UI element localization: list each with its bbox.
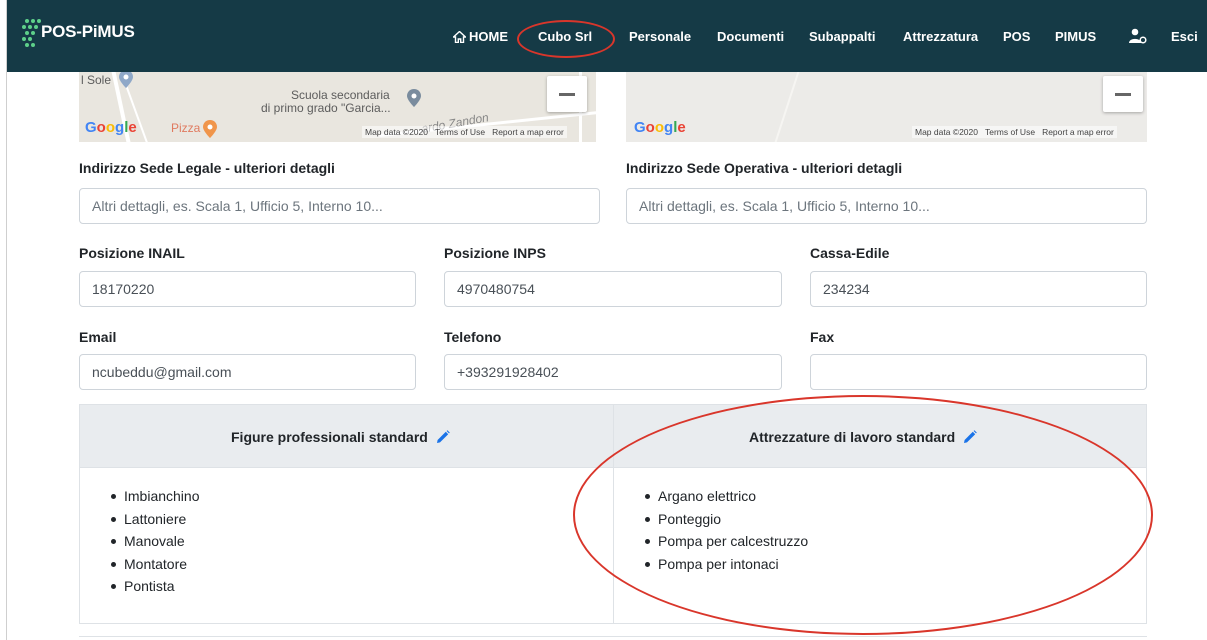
list-item: Manovale (108, 530, 200, 553)
nav-documenti[interactable]: Documenti (717, 29, 784, 44)
column-divider (613, 405, 614, 623)
map-footer: Map data ©2020 Terms of Use Report a map… (362, 126, 567, 138)
map-label-garcia: di primo grado "Garcia... (261, 101, 391, 115)
nav-home-label: HOME (469, 29, 508, 44)
nav-pimus[interactable]: PIMUS (1055, 29, 1096, 44)
minus-icon (1115, 93, 1131, 96)
zoom-out-button[interactable] (547, 76, 587, 112)
header-professionals: Figure professionali standard (231, 429, 450, 445)
map-sede-operativa[interactable]: Google Map data ©2020 Terms of Use Repor… (626, 72, 1147, 142)
inps-input[interactable] (444, 271, 782, 307)
fax-input[interactable] (810, 354, 1147, 390)
list-item: Imbianchino (108, 485, 200, 508)
school-pin-icon (407, 89, 421, 107)
map-label-pizza: Pizza (171, 121, 201, 135)
phone-label: Telefono (444, 329, 502, 345)
navbar: POS-PiMUS HOME Cubo Srl Personale Docume… (7, 0, 1207, 72)
list-item: Pontista (108, 575, 200, 598)
terms-link[interactable]: Terms of Use (985, 127, 1035, 137)
professionals-list: Imbianchino Lattoniere Manovale Montator… (108, 485, 200, 598)
inail-input[interactable] (79, 271, 416, 307)
map-footer: Map data ©2020 Terms of Use Report a map… (912, 126, 1117, 138)
report-error-link[interactable]: Report a map error (492, 127, 564, 137)
standards-table: Figure professionali standard Attrezzatu… (79, 404, 1147, 624)
brand-logo[interactable]: POS-PiMUS (21, 17, 135, 47)
header-equipment: Attrezzature di lavoro standard (749, 429, 977, 445)
equipment-list: Argano elettrico Ponteggio Pompa per cal… (642, 485, 808, 575)
nav-pos[interactable]: POS (1003, 29, 1030, 44)
list-item: Pompa per calcestruzzo (642, 530, 808, 553)
list-item: Pompa per intonaci (642, 553, 808, 576)
map-label-sole: l Sole (81, 73, 112, 87)
map-pin-icon (119, 72, 133, 88)
phone-input[interactable] (444, 354, 782, 390)
brand-name: POS-PiMUS (41, 22, 135, 41)
map-data-text: Map data ©2020 (365, 127, 428, 137)
google-logo: Google (85, 119, 137, 136)
zoom-out-button[interactable] (1103, 76, 1143, 112)
restaurant-pin-icon (203, 120, 217, 138)
map-data-text: Map data ©2020 (915, 127, 978, 137)
nav-logout[interactable]: Esci (1171, 29, 1198, 44)
app-frame: POS-PiMUS HOME Cubo Srl Personale Docume… (6, 0, 1207, 640)
header-professionals-label: Figure professionali standard (231, 429, 428, 445)
nav-personale[interactable]: Personale (629, 29, 691, 44)
list-item: Argano elettrico (642, 485, 808, 508)
email-input[interactable] (79, 354, 416, 390)
header-equipment-label: Attrezzature di lavoro standard (749, 429, 956, 445)
minus-icon (559, 93, 575, 96)
edit-equipment-pencil-icon[interactable] (963, 430, 977, 444)
nav-attrezzatura[interactable]: Attrezzatura (903, 29, 978, 44)
report-error-link[interactable]: Report a map error (1042, 127, 1114, 137)
list-item: Montatore (108, 553, 200, 576)
user-settings-icon[interactable] (1129, 28, 1147, 44)
map-sede-legale[interactable]: l Sole Scuola secondaria di primo grado … (79, 72, 596, 142)
cassa-edile-input[interactable] (810, 271, 1147, 307)
section-divider (79, 636, 1147, 637)
nav-home[interactable]: HOME (453, 29, 508, 44)
email-label: Email (79, 329, 117, 345)
google-logo: Google (634, 119, 686, 136)
map-label-scuola: Scuola secondaria (291, 88, 390, 102)
edit-professionals-pencil-icon[interactable] (436, 430, 450, 444)
nav-company[interactable]: Cubo Srl (538, 29, 592, 44)
list-item: Lattoniere (108, 508, 200, 531)
legal-address-details-input[interactable] (79, 188, 600, 224)
operative-address-label: Indirizzo Sede Operativa - ulteriori det… (626, 160, 903, 176)
logo-dots-icon (21, 17, 45, 47)
operative-address-details-input[interactable] (626, 188, 1147, 224)
list-item: Ponteggio (642, 508, 808, 531)
home-icon (453, 30, 466, 43)
fax-label: Fax (810, 329, 835, 345)
inps-label: Posizione INPS (444, 245, 546, 261)
inail-label: Posizione INAIL (79, 245, 185, 261)
legal-address-label: Indirizzo Sede Legale - ulteriori detagl… (79, 160, 335, 176)
cassa-edile-label: Cassa-Edile (810, 245, 890, 261)
nav-subappalti[interactable]: Subappalti (809, 29, 875, 44)
terms-link[interactable]: Terms of Use (435, 127, 485, 137)
